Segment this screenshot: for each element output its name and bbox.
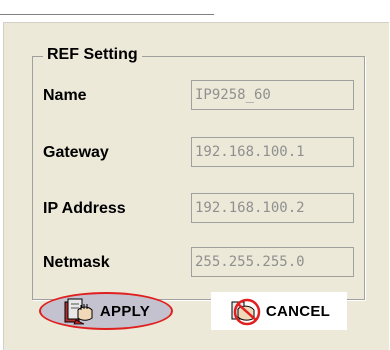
name-row: Name IP9258_60	[43, 80, 358, 112]
ref-setting-groupbox: REF Setting Name IP9258_60 Gateway 192.1…	[32, 46, 365, 300]
gateway-label: Gateway	[43, 144, 109, 161]
hand-on-book-icon	[62, 296, 96, 326]
group-title: REF Setting	[43, 46, 142, 64]
netmask-field[interactable]: 255.255.255.0	[191, 247, 354, 277]
apply-label: APPLY	[99, 302, 151, 320]
netmask-label: Netmask	[43, 254, 110, 271]
ip-address-field[interactable]: 192.168.100.2	[191, 193, 354, 223]
ip-address-label: IP Address	[43, 200, 126, 217]
gateway-row: Gateway 192.168.100.1	[43, 137, 358, 169]
apply-button[interactable]: APPLY	[39, 292, 173, 330]
top-divider	[0, 14, 214, 15]
name-label: Name	[43, 87, 87, 104]
name-field[interactable]: IP9258_60	[191, 80, 354, 110]
cancel-label: CANCEL	[265, 302, 331, 320]
ip-address-row: IP Address 192.168.100.2	[43, 193, 358, 225]
netmask-row: Netmask 255.255.255.0	[43, 247, 358, 279]
prohibited-hand-icon	[228, 295, 262, 327]
gateway-field[interactable]: 192.168.100.1	[191, 137, 354, 167]
cancel-button[interactable]: CANCEL	[211, 292, 347, 330]
